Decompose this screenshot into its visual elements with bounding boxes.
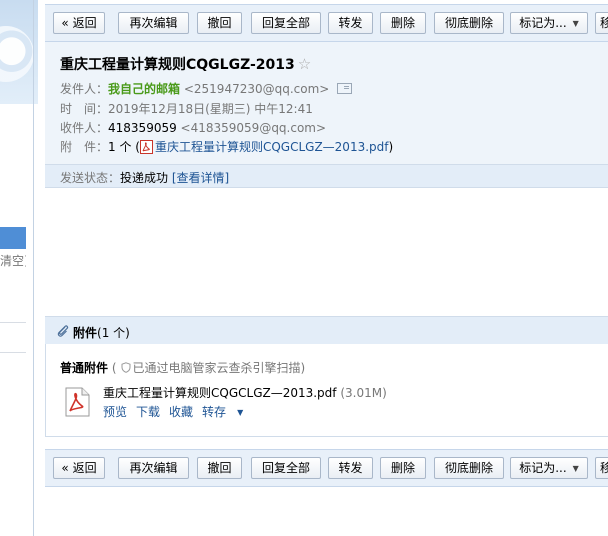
recall-button[interactable]: 撤回	[197, 12, 242, 34]
collect-link[interactable]: 收藏	[169, 405, 193, 419]
reedit-button[interactable]: 再次编辑	[118, 457, 189, 479]
sender-label: 发件人：	[60, 82, 109, 96]
scan-open-paren: (	[111, 361, 117, 375]
recipient-address: <418359059@qq.com>	[176, 121, 327, 135]
left-sidebar: 清空]	[0, 0, 38, 536]
bottom-toolbar: « 返回 再次编辑 撤回 回复全部 转发 删除 彻底删除 标记为... ▼ 移	[45, 449, 608, 487]
back-button[interactable]: « 返回	[53, 457, 105, 479]
mail-subject: 重庆工程量计算规则CQGLGZ-2013 ☆	[60, 54, 311, 74]
send-status-label: 发送状态：	[60, 171, 121, 185]
delete-button[interactable]: 删除	[380, 457, 426, 479]
attachment-label: 附 件：	[60, 140, 109, 154]
sidebar-divider	[0, 322, 26, 323]
mail-header: 重庆工程量计算规则CQGLGZ-2013 ☆ 发件人：我自己的邮箱 <251947…	[45, 42, 608, 164]
move-to-dropdown[interactable]: 移	[595, 457, 608, 479]
recipient-label: 收件人：	[60, 121, 109, 135]
send-status-detail-link[interactable]: [查看详情]	[172, 171, 229, 185]
paperclip-icon	[57, 325, 69, 337]
subject-text: 重庆工程量计算规则CQGLGZ-2013	[60, 57, 295, 73]
attachment-actions: 预览 下载 收藏 转存 ▼	[103, 403, 261, 420]
attachment-count: 1 个 (	[108, 140, 140, 154]
chevron-down-icon: ▼	[572, 464, 579, 473]
pdf-file-icon	[139, 140, 153, 154]
attachment-row: 附 件：1 个 ( 重庆工程量计算规则CQGCLGZ—2013.pdf)	[60, 138, 393, 155]
attachments-count: (1 个)	[97, 326, 130, 340]
attachment-file-size: (3.01M)	[336, 386, 387, 400]
mark-as-label: 标记为...	[519, 16, 567, 30]
shield-icon	[121, 362, 131, 373]
chevron-down-icon: ▼	[572, 19, 579, 28]
attachment-file-row: 重庆工程量计算规则CQGCLGZ—2013.pdf (3.01M)	[103, 384, 387, 401]
recipient-row: 收件人：418359059 <418359059@qq.com>	[60, 119, 326, 136]
sidebar-border	[33, 0, 34, 536]
time-label: 时 间：	[60, 102, 109, 116]
delete-permanently-button[interactable]: 彻底删除	[434, 12, 504, 34]
sender-name[interactable]: 我自己的邮箱	[108, 82, 180, 96]
chevron-down-icon: ▼	[237, 408, 244, 417]
top-toolbar: « 返回 再次编辑 撤回 回复全部 转发 删除 彻底删除 标记为... ▼ 移	[45, 4, 608, 42]
move-to-dropdown[interactable]: 移	[595, 12, 608, 34]
mail-read-pane: « 返回 再次编辑 撤回 回复全部 转发 删除 彻底删除 标记为... ▼ 移 重…	[45, 0, 608, 536]
forward-button[interactable]: 转发	[328, 12, 373, 34]
reply-all-button[interactable]: 回复全部	[251, 457, 321, 479]
sidebar-clear-link[interactable]: 清空]	[0, 252, 26, 269]
mark-as-label: 标记为...	[519, 461, 567, 475]
recall-button[interactable]: 撤回	[197, 457, 242, 479]
attachments-title: 附件	[73, 326, 98, 340]
attachment-file-name[interactable]: 重庆工程量计算规则CQGCLGZ—2013.pdf	[103, 386, 337, 400]
star-icon[interactable]: ☆	[298, 55, 311, 73]
send-status-value: 投递成功	[120, 171, 169, 185]
contact-card-icon[interactable]	[337, 83, 353, 94]
preview-link[interactable]: 预览	[103, 405, 127, 419]
delete-permanently-button[interactable]: 彻底删除	[434, 457, 504, 479]
delete-button[interactable]: 删除	[380, 12, 426, 34]
download-link[interactable]: 下载	[136, 405, 160, 419]
mark-as-dropdown[interactable]: 标记为... ▼	[510, 457, 588, 479]
save-to-dropdown[interactable]: 转存 ▼	[202, 405, 252, 419]
time-value: 2019年12月18日(星期三) 中午12:41	[108, 102, 313, 116]
attachments-body: 普通附件 ( 已通过电脑管家云查杀引擎扫描) 重庆工程量计算规则CQGCLGZ—2…	[45, 344, 608, 437]
attachments-header: 附件(1 个)	[45, 316, 608, 344]
scan-note: 已通过电脑管家云查杀引擎扫描)	[132, 361, 306, 375]
attachment-close-paren: )	[388, 140, 394, 154]
normal-attachment-row: 普通附件 ( 已通过电脑管家云查杀引擎扫描)	[60, 359, 305, 376]
sidebar-divider	[0, 352, 26, 353]
back-button[interactable]: « 返回	[53, 12, 105, 34]
send-status-bar: 发送状态：投递成功 [查看详情]	[45, 164, 608, 188]
reply-all-button[interactable]: 回复全部	[251, 12, 321, 34]
time-row: 时 间：2019年12月18日(星期三) 中午12:41	[60, 100, 313, 117]
attachment-link[interactable]: 重庆工程量计算规则CQGCLGZ—2013.pdf	[155, 140, 389, 154]
pdf-file-large-icon[interactable]	[63, 387, 91, 417]
recipient-name[interactable]: 418359059	[108, 121, 177, 135]
sender-row: 发件人：我自己的邮箱 <251947230@qq.com>	[60, 80, 353, 97]
sidebar-selected-item[interactable]	[0, 227, 26, 249]
save-to-label: 转存	[202, 405, 227, 419]
sender-address: <251947230@qq.com>	[180, 82, 330, 96]
mark-as-dropdown[interactable]: 标记为... ▼	[510, 12, 588, 34]
normal-attachment-label: 普通附件	[60, 361, 109, 375]
reedit-button[interactable]: 再次编辑	[118, 12, 189, 34]
forward-button[interactable]: 转发	[328, 457, 373, 479]
